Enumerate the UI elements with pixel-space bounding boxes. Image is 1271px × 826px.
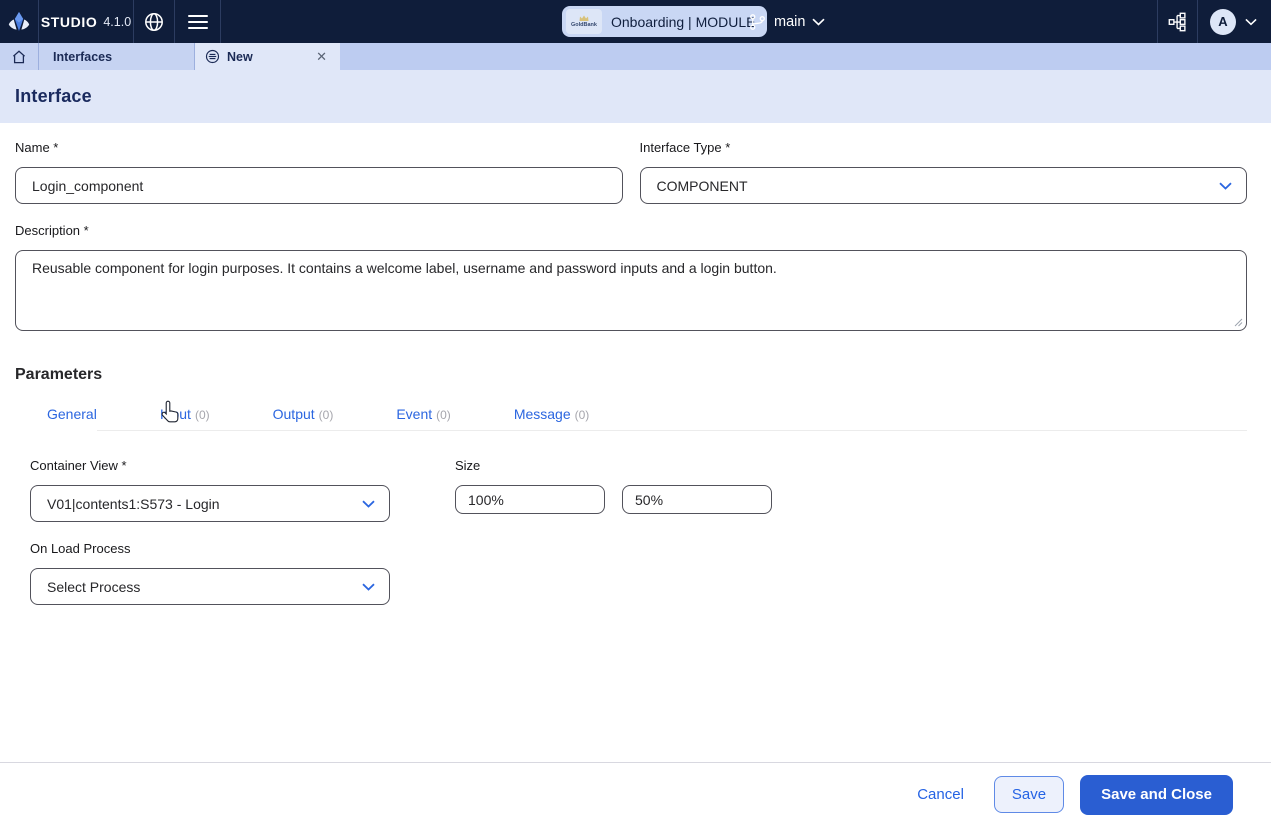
interface-type-label: Interface Type * [640, 140, 1248, 155]
branch-name: main [774, 14, 805, 30]
brand-version: 4.1.0 [103, 15, 131, 29]
on-load-process-select[interactable]: Select Process [30, 568, 390, 605]
selected-value: COMPONENT [657, 178, 748, 194]
description-textarea[interactable]: Reusable component for login purposes. I… [15, 250, 1247, 331]
parameters-title: Parameters [15, 366, 1247, 384]
param-tab-count: (0) [436, 408, 451, 422]
branch-selector[interactable]: main [748, 0, 825, 43]
param-tab-count: (0) [319, 408, 334, 422]
home-icon [11, 49, 27, 65]
user-menu[interactable]: A [1198, 0, 1271, 43]
container-view-select[interactable]: V01|contents1:S573 - Login [30, 485, 390, 522]
main-menu-button[interactable] [175, 0, 221, 43]
param-tab-output[interactable]: Output (0) [273, 406, 334, 422]
footer-actions: Cancel Save Save and Close [0, 762, 1271, 826]
size-label: Size [455, 458, 772, 473]
org-logo-chip: GoldBank [566, 9, 602, 34]
size-height-input[interactable] [622, 485, 772, 514]
description-field-group: Description * Reusable component for log… [15, 223, 1247, 331]
on-load-process-label: On Load Process [30, 541, 1247, 556]
save-and-close-button[interactable]: Save and Close [1080, 775, 1233, 815]
tab-new[interactable]: New ✕ [195, 43, 340, 70]
param-tab-label: Event [396, 406, 432, 422]
selected-value: Select Process [47, 579, 140, 595]
topbar: STUDIO 4.1.0 GoldBank Onboarding | MODUL… [0, 0, 1271, 43]
selected-value: V01|contents1:S573 - Login [47, 496, 220, 512]
interface-type-field-group: Interface Type * COMPONENT [640, 140, 1248, 204]
name-field-group: Name * [15, 140, 623, 204]
description-label: Description * [15, 223, 1247, 238]
brand: STUDIO 4.1.0 [39, 0, 134, 43]
container-view-label: Container View * [30, 458, 455, 473]
avatar: A [1210, 9, 1236, 35]
gem-logo-icon [7, 10, 31, 34]
topbar-right: A [1157, 0, 1271, 43]
sitemap-icon [1167, 11, 1189, 33]
chevron-down-icon [1245, 18, 1257, 26]
param-tab-label: Message [514, 406, 571, 422]
interface-type-select[interactable]: COMPONENT [640, 167, 1248, 204]
param-tab-general[interactable]: General [47, 406, 97, 422]
name-input[interactable] [15, 167, 623, 204]
size-field-group: Size [455, 458, 772, 522]
chevron-down-icon [362, 500, 375, 508]
tab-interfaces[interactable]: Interfaces [39, 43, 195, 70]
module-label: Onboarding | MODULE [611, 14, 755, 30]
language-button[interactable] [134, 0, 175, 43]
general-tab-panel: Container View * V01|contents1:S573 - Lo… [15, 431, 1247, 605]
close-tab-icon[interactable]: ✕ [313, 49, 330, 65]
home-tab[interactable] [0, 43, 39, 70]
brand-name: STUDIO [41, 14, 98, 30]
app-logo[interactable] [0, 0, 39, 43]
param-tab-label: Output [273, 406, 315, 422]
git-branch-icon [748, 12, 767, 32]
hamburger-icon [188, 15, 208, 29]
param-tab-label: Input [160, 406, 191, 422]
chevron-down-icon [362, 583, 375, 591]
tabs-divider [97, 430, 1247, 431]
module-badge[interactable]: GoldBank Onboarding | MODULE [562, 6, 767, 37]
crown-icon [579, 15, 589, 22]
document-tabbar: Interfaces New ✕ [0, 43, 1271, 70]
tab-label: Interfaces [53, 50, 112, 64]
interface-icon [205, 49, 220, 64]
studio-app: STUDIO 4.1.0 GoldBank Onboarding | MODUL… [0, 0, 1271, 826]
hierarchy-button[interactable] [1157, 0, 1198, 43]
param-tab-message[interactable]: Message (0) [514, 406, 589, 422]
chevron-down-icon [812, 18, 825, 26]
page-title: Interface [15, 86, 92, 107]
org-name: GoldBank [571, 23, 597, 29]
param-tab-count: (0) [195, 408, 210, 422]
name-label: Name * [15, 140, 623, 155]
param-tab-event[interactable]: Event (0) [396, 406, 450, 422]
cancel-button[interactable]: Cancel [917, 786, 964, 803]
chevron-down-icon [1219, 182, 1232, 190]
on-load-process-field-group: On Load Process Select Process [30, 541, 1247, 605]
resize-grip-icon[interactable] [1233, 317, 1243, 327]
size-width-input[interactable] [455, 485, 605, 514]
globe-icon [143, 11, 165, 33]
save-button[interactable]: Save [994, 776, 1064, 813]
param-tab-label: General [47, 406, 97, 422]
parameters-tabs: General Input (0) Output (0) Event (0) Mess… [15, 406, 1247, 431]
avatar-initial: A [1218, 14, 1227, 29]
tab-label: New [227, 50, 253, 64]
interface-form: Name * Interface Type * COMPONENT Descri… [0, 123, 1271, 605]
param-tab-count: (0) [575, 408, 590, 422]
param-tab-input[interactable]: Input (0) [160, 406, 210, 422]
page-header: Interface [0, 70, 1271, 123]
container-view-field-group: Container View * V01|contents1:S573 - Lo… [30, 458, 455, 522]
